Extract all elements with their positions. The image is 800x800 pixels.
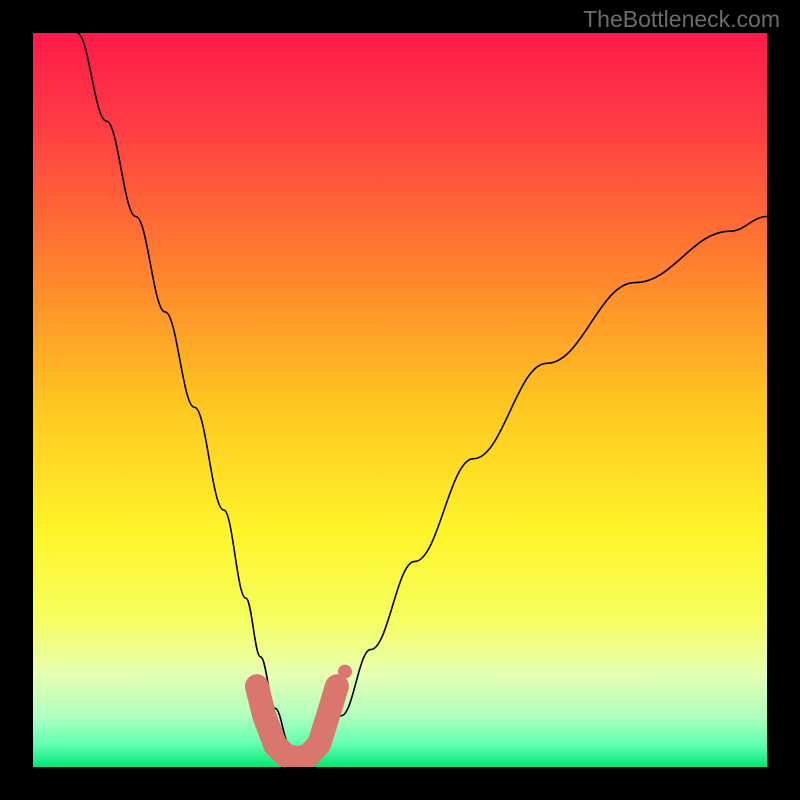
watermark-text: TheBottleneck.com (583, 6, 780, 33)
optimal-range-end-dot (338, 665, 352, 679)
chart-frame: TheBottleneck.com (0, 0, 800, 800)
gradient-background (33, 33, 767, 767)
chart-svg (33, 33, 767, 767)
plot-area (33, 33, 767, 767)
